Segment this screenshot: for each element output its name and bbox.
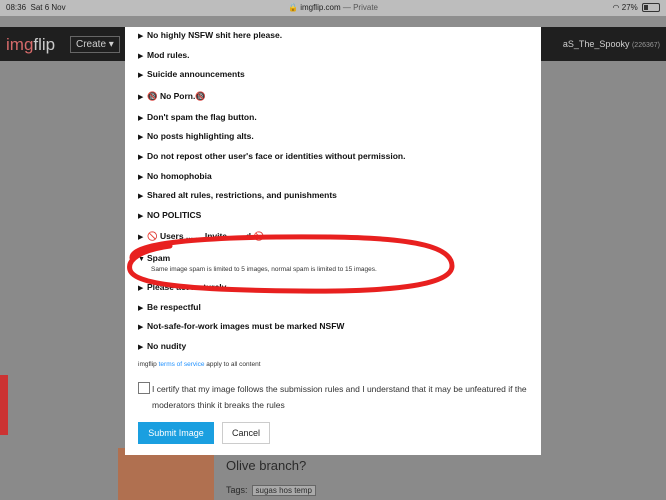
red-circle-annotation (127, 234, 455, 294)
